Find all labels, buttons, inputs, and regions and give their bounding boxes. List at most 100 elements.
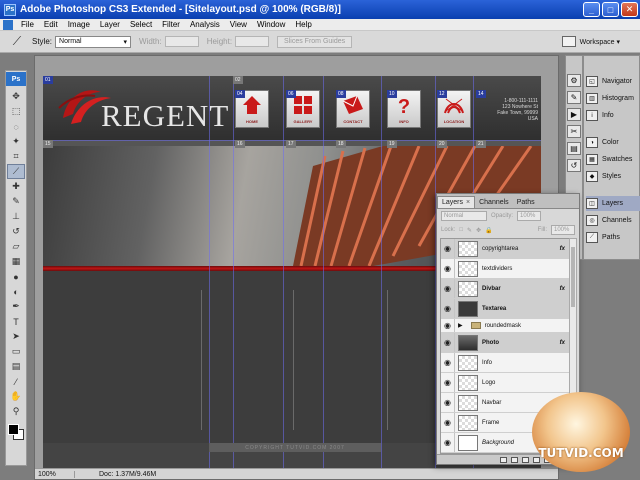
zoom-level[interactable]: 100% — [35, 470, 75, 478]
history-icon[interactable]: ↺ — [567, 159, 581, 172]
slice-tag[interactable]: 18 — [336, 140, 346, 148]
expand-triangle-icon[interactable]: ▶ — [458, 322, 463, 329]
eyedropper-icon[interactable]: ⁄ — [7, 374, 25, 389]
visibility-eye-icon[interactable]: ◉ — [441, 279, 455, 298]
lock-image-icon[interactable]: ✎ — [467, 227, 472, 234]
eraser-icon[interactable]: ▱ — [7, 239, 25, 254]
type-icon[interactable]: T — [7, 314, 25, 329]
menu-analysis[interactable]: Analysis — [185, 20, 225, 29]
restore-button[interactable]: □ — [602, 2, 619, 17]
document-icon[interactable] — [3, 19, 13, 30]
visibility-eye-icon[interactable]: ◉ — [441, 333, 455, 352]
dock-paths[interactable]: ⟋ Paths — [586, 230, 640, 245]
foreground-color[interactable] — [8, 424, 19, 435]
slice-tag[interactable]: 06 — [286, 90, 296, 98]
dock-layers[interactable]: ◫ Layers — [586, 196, 640, 211]
visibility-eye-icon[interactable]: ◉ — [441, 373, 455, 392]
menu-select[interactable]: Select — [125, 20, 157, 29]
brush-icon[interactable]: ✎ — [7, 194, 25, 209]
visibility-eye-icon[interactable]: ◉ — [441, 353, 455, 372]
path-select-icon[interactable]: ➤ — [7, 329, 25, 344]
dock-histogram[interactable]: ▥ Histogram — [586, 91, 640, 106]
marquee-icon[interactable]: ⬚ — [7, 104, 25, 119]
visibility-eye-icon[interactable]: ◉ — [441, 259, 455, 278]
menu-file[interactable]: File — [16, 20, 39, 29]
slice-tag[interactable]: 19 — [387, 140, 397, 148]
slice-tag[interactable]: 14 — [476, 90, 486, 98]
vertical-guide[interactable] — [233, 76, 234, 468]
vertical-guide[interactable] — [283, 76, 284, 468]
dock-navigator[interactable]: ◱ Navigator — [586, 74, 640, 89]
lock-all-icon[interactable]: 🔒 — [485, 227, 492, 234]
width-field[interactable] — [164, 36, 199, 47]
menu-layer[interactable]: Layer — [95, 20, 125, 29]
stamp-icon[interactable]: ⊥ — [7, 209, 25, 224]
vertical-guide[interactable] — [323, 76, 324, 468]
gradient-icon[interactable]: ▦ — [7, 254, 25, 269]
slice-tag[interactable]: 12 — [437, 90, 447, 98]
add-mask-icon[interactable] — [522, 456, 529, 463]
style-select[interactable]: Normal ▾ — [55, 35, 132, 48]
layer-row[interactable]: ◉ Logo — [441, 373, 569, 393]
slice-tag[interactable]: 20 — [437, 140, 447, 148]
slice-icon[interactable]: ⟋ — [7, 164, 25, 179]
slices-from-guides-button[interactable]: Slices From Guides — [277, 35, 353, 48]
fx-icon[interactable]: fx — [560, 246, 565, 252]
slice-select-tool-icon[interactable]: ⟋ — [8, 34, 26, 50]
menu-view[interactable]: View — [225, 20, 252, 29]
vertical-guide[interactable] — [209, 76, 210, 468]
menu-help[interactable]: Help — [290, 20, 316, 29]
dodge-icon[interactable]: ◐ — [7, 284, 25, 299]
dock-swatches[interactable]: ▦ Swatches — [586, 152, 640, 167]
slice-tag[interactable]: 10 — [387, 90, 397, 98]
minimize-button[interactable]: _ — [583, 2, 600, 17]
dock-styles[interactable]: ◆ Styles — [586, 169, 640, 184]
tools-icon[interactable]: ✂ — [567, 125, 581, 138]
opacity-field[interactable]: 100% — [517, 211, 542, 221]
slice-tag[interactable]: 08 — [336, 90, 346, 98]
close-icon[interactable]: × — [466, 199, 470, 206]
link-layers-icon[interactable] — [500, 456, 507, 463]
fx-icon[interactable]: fx — [560, 286, 565, 292]
menu-filter[interactable]: Filter — [157, 20, 185, 29]
visibility-eye-icon[interactable]: ◉ — [441, 393, 455, 412]
dock-info[interactable]: i Info — [586, 108, 640, 123]
dock-color[interactable]: ◑ Color — [586, 135, 640, 150]
slice-tag[interactable]: 17 — [286, 140, 296, 148]
move-icon[interactable]: ✥ — [7, 89, 25, 104]
slice-tag[interactable]: 01 — [43, 76, 53, 84]
menu-image[interactable]: Image — [63, 20, 95, 29]
layer-row[interactable]: ◉ textdividers — [441, 259, 569, 279]
visibility-eye-icon[interactable]: ◉ — [441, 413, 455, 432]
slice-tag[interactable]: 02 — [233, 76, 243, 84]
scrollbar-thumb[interactable] — [571, 247, 575, 307]
vertical-guide[interactable] — [381, 76, 382, 468]
actions-icon[interactable]: ▶ — [567, 108, 581, 121]
brushes-icon[interactable]: ✎ — [567, 91, 581, 104]
workspace-icon[interactable] — [561, 36, 576, 47]
lock-position-icon[interactable]: ✥ — [476, 227, 481, 234]
menu-window[interactable]: Window — [252, 20, 290, 29]
slice-tag[interactable]: 15 — [43, 140, 53, 148]
shape-icon[interactable]: ▭ — [7, 344, 25, 359]
visibility-eye-icon[interactable]: ◉ — [441, 299, 455, 318]
tab-layers[interactable]: Layers × — [437, 196, 476, 208]
lasso-icon[interactable]: ◌ — [7, 119, 25, 134]
fx-icon[interactable]: fx — [560, 340, 565, 346]
tab-channels[interactable]: Channels — [475, 197, 513, 208]
zoom-icon[interactable]: ⚲ — [7, 404, 25, 419]
fill-field[interactable]: 100% — [551, 225, 575, 235]
layer-row[interactable]: ◉ Info — [441, 353, 569, 373]
visibility-eye-icon[interactable]: ◉ — [441, 239, 455, 258]
tab-paths[interactable]: Paths — [513, 197, 539, 208]
workspace-menu[interactable]: Workspace ▾ — [580, 38, 620, 46]
color-swatches[interactable] — [6, 422, 26, 444]
close-button[interactable]: ✕ — [621, 2, 638, 17]
slice-tag[interactable]: 04 — [235, 90, 245, 98]
blend-mode-select[interactable]: Normal — [441, 211, 487, 221]
layer-row[interactable]: ◉ copyrightarea fx — [441, 239, 569, 259]
healing-icon[interactable]: ✚ — [7, 179, 25, 194]
visibility-eye-icon[interactable]: ◉ — [441, 433, 455, 452]
layer-row[interactable]: ◉ Photo fx — [441, 333, 569, 353]
layer-group-row[interactable]: ◉ ▶ roundedmask — [441, 319, 569, 333]
